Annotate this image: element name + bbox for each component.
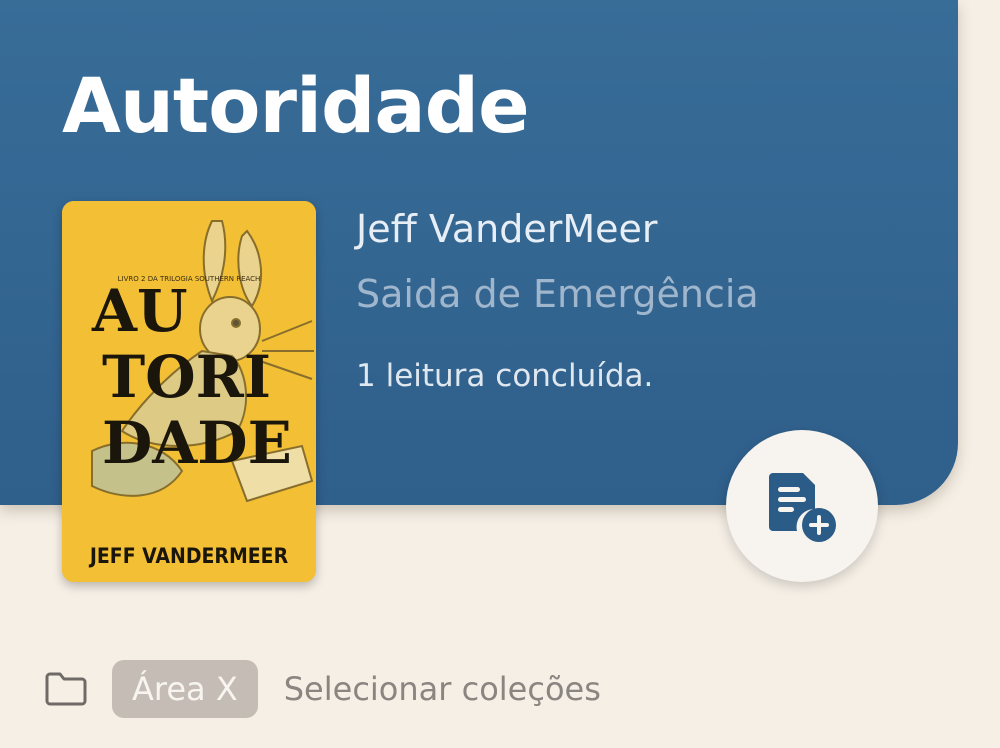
collections-row: Área X Selecionar coleções (44, 658, 601, 720)
select-collections-link[interactable]: Selecionar coleções (284, 670, 601, 708)
cover-author: JEFF VANDERMEER (88, 544, 289, 568)
book-title: Autoridade (62, 61, 530, 150)
book-detail-page: Autoridade Jeff VanderMeer Saida de Emer… (0, 0, 1000, 748)
cover-title-line2: TORI (102, 343, 271, 411)
collection-chip[interactable]: Área X (112, 660, 258, 718)
note-add-icon (769, 473, 836, 542)
book-cover-art: LIVRO 2 DA TRILOGIA SOUTHERN REACH AU TO… (62, 201, 316, 582)
cover-title-line1: AU (91, 277, 188, 345)
book-cover[interactable]: LIVRO 2 DA TRILOGIA SOUTHERN REACH AU TO… (62, 201, 316, 582)
folder-icon (44, 671, 88, 707)
book-publisher[interactable]: Saida de Emergência (356, 272, 759, 318)
book-author[interactable]: Jeff VanderMeer (356, 207, 658, 253)
reading-count: 1 leitura concluída. (356, 358, 654, 394)
cover-title-line3: DADE (102, 409, 292, 477)
add-note-button[interactable] (726, 430, 878, 582)
